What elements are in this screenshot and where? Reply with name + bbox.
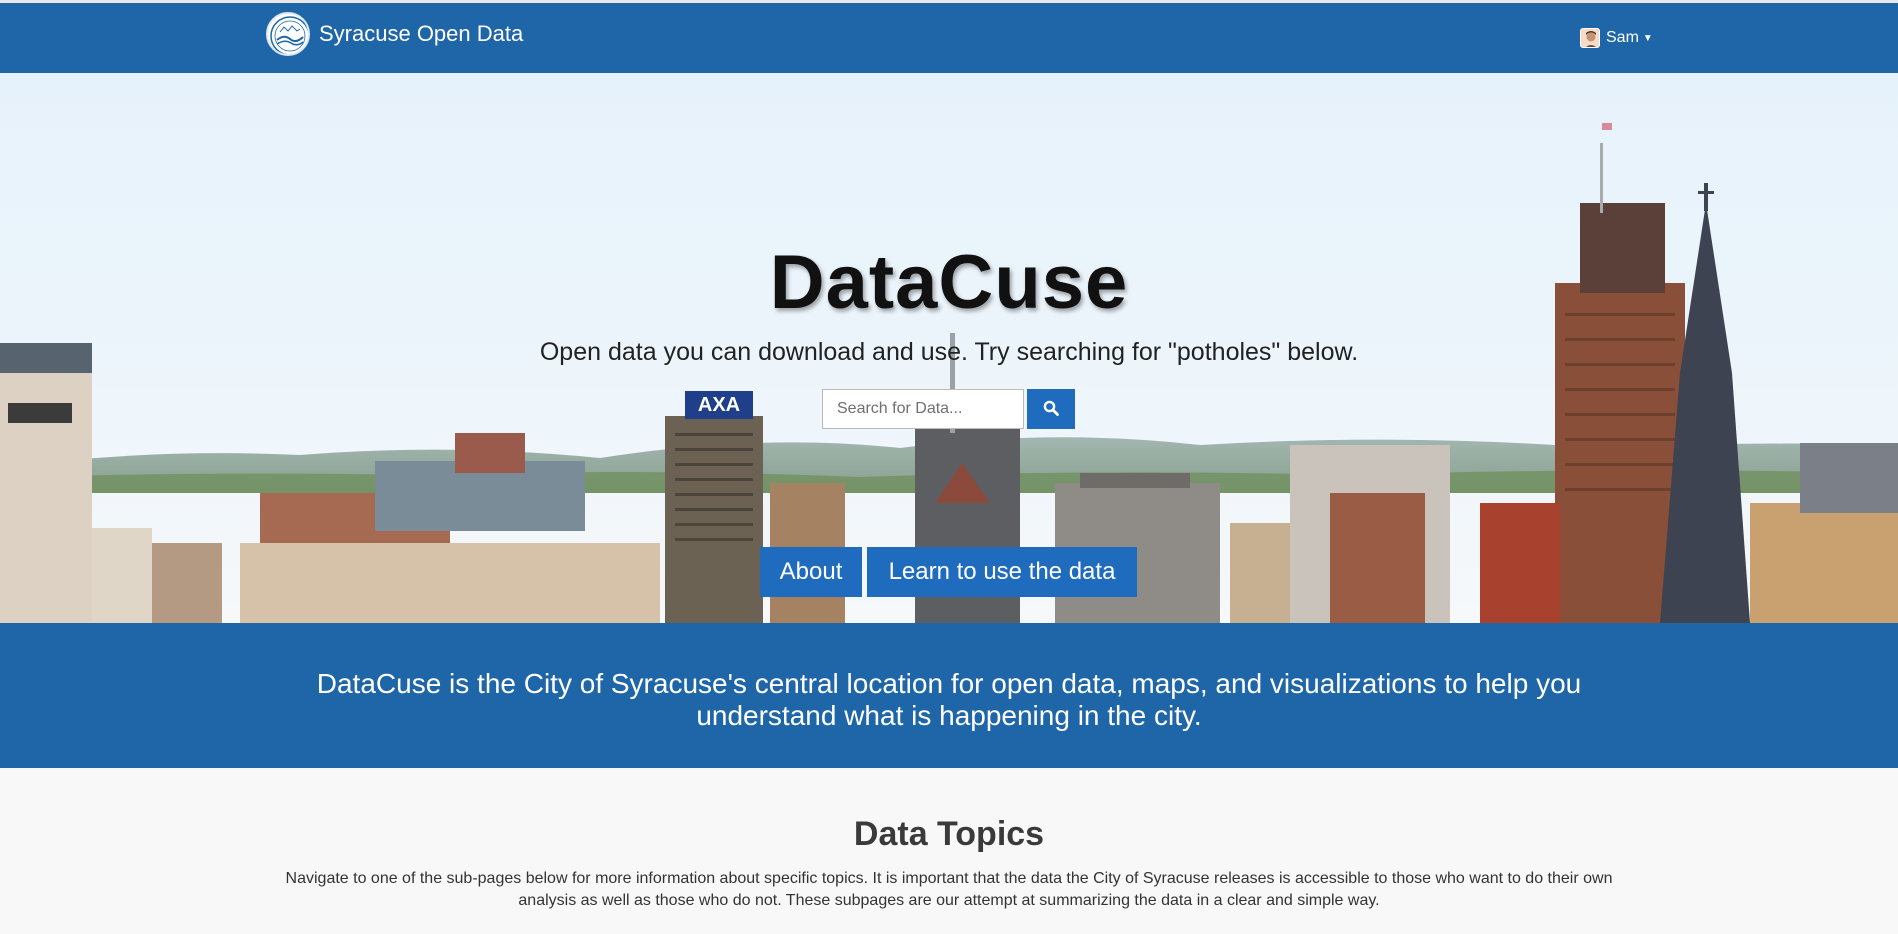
user-menu-toggle[interactable]: Sam ▼ bbox=[1580, 28, 1653, 48]
search-input[interactable] bbox=[822, 389, 1024, 429]
search-button[interactable] bbox=[1027, 389, 1075, 429]
about-button[interactable]: About bbox=[760, 547, 862, 597]
data-topics-description: Navigate to one of the sub-pages below f… bbox=[285, 870, 1613, 909]
brand-title: Syracuse Open Data bbox=[319, 21, 524, 46]
top-navbar: Syracuse Open Data Sam ▼ bbox=[0, 3, 1898, 73]
learn-to-use-data-button[interactable]: Learn to use the data bbox=[867, 547, 1137, 597]
hero-title: DataCuse bbox=[769, 240, 1129, 325]
hero-banner: AXA DataCuse Open data you can download … bbox=[0, 73, 1898, 623]
caret-down-icon: ▼ bbox=[1642, 32, 1653, 44]
site-brand-link[interactable]: Syracuse Open Data bbox=[266, 12, 523, 56]
user-avatar bbox=[1580, 28, 1600, 48]
svg-text:AXA: AXA bbox=[698, 394, 740, 416]
intro-text: DataCuse is the City of Syracuse's centr… bbox=[316, 668, 1582, 731]
search-icon bbox=[1043, 400, 1059, 419]
user-name: Sam bbox=[1606, 29, 1639, 46]
data-topics-section: Data Topics Navigate to one of the sub-p… bbox=[0, 768, 1898, 934]
data-topics-title: Data Topics bbox=[853, 815, 1045, 853]
hero-subtitle: Open data you can download and use. Try … bbox=[539, 338, 1359, 366]
city-seal-logo bbox=[266, 12, 310, 56]
intro-band: DataCuse is the City of Syracuse's centr… bbox=[0, 623, 1898, 768]
